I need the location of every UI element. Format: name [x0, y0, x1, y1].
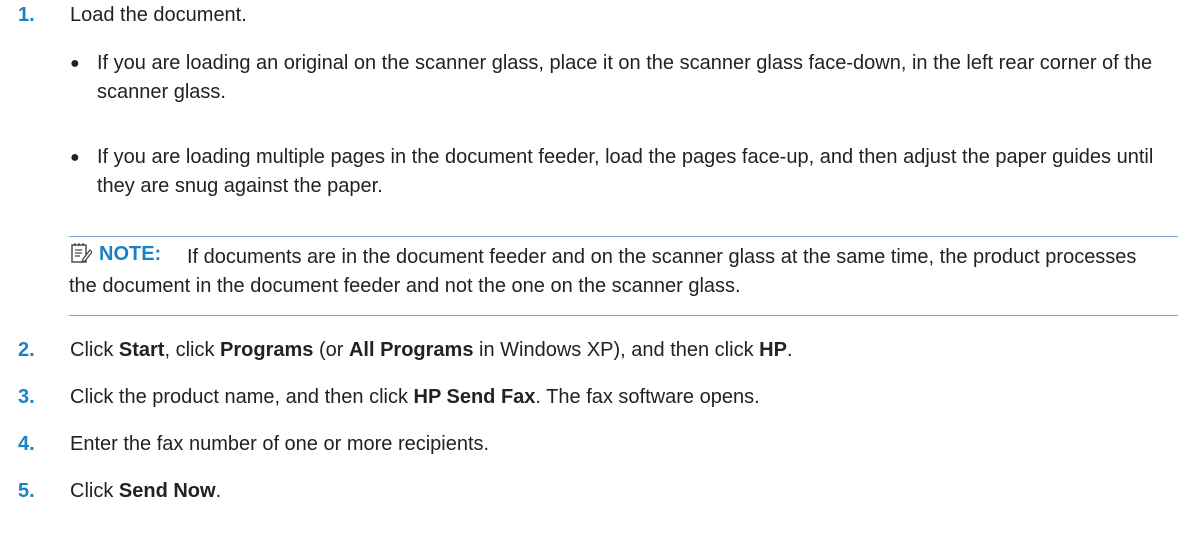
- bullet-text: If you are loading multiple pages in the…: [97, 146, 1154, 197]
- ui-term-hp-send-fax: HP Send Fax: [413, 386, 536, 408]
- ui-term-all-programs: All Programs: [348, 339, 474, 361]
- step-text: Load the document.: [70, 4, 247, 26]
- ui-term-send-now: Send Now: [118, 480, 216, 502]
- step-text: Click the product name, and then click H…: [70, 386, 760, 408]
- document-page: 1. Load the document. ● If you are loadi…: [0, 0, 1199, 533]
- step-number: 5.: [18, 480, 35, 502]
- step-number: 4.: [18, 433, 35, 455]
- note-box: NOTE: If documents are in the document f…: [69, 236, 1178, 316]
- step-number: 3.: [18, 386, 35, 408]
- step-text: Enter the fax number of one or more reci…: [70, 433, 490, 455]
- ui-term-start: Start: [118, 339, 165, 361]
- bullet-text: If you are loading an original on the sc…: [97, 52, 1153, 103]
- bullet-icon: ●: [70, 55, 80, 72]
- ui-term-hp: HP: [759, 339, 787, 361]
- step-number: 1.: [18, 4, 35, 26]
- bullet-icon: ●: [70, 149, 80, 166]
- step-number: 2.: [18, 339, 35, 361]
- note-text: If documents are in the document feeder …: [69, 246, 1137, 297]
- step-text: Click Send Now.: [70, 480, 222, 502]
- step-text: Click Start, click Programs (or All Prog…: [70, 339, 793, 361]
- ui-term-programs: Programs: [220, 339, 314, 361]
